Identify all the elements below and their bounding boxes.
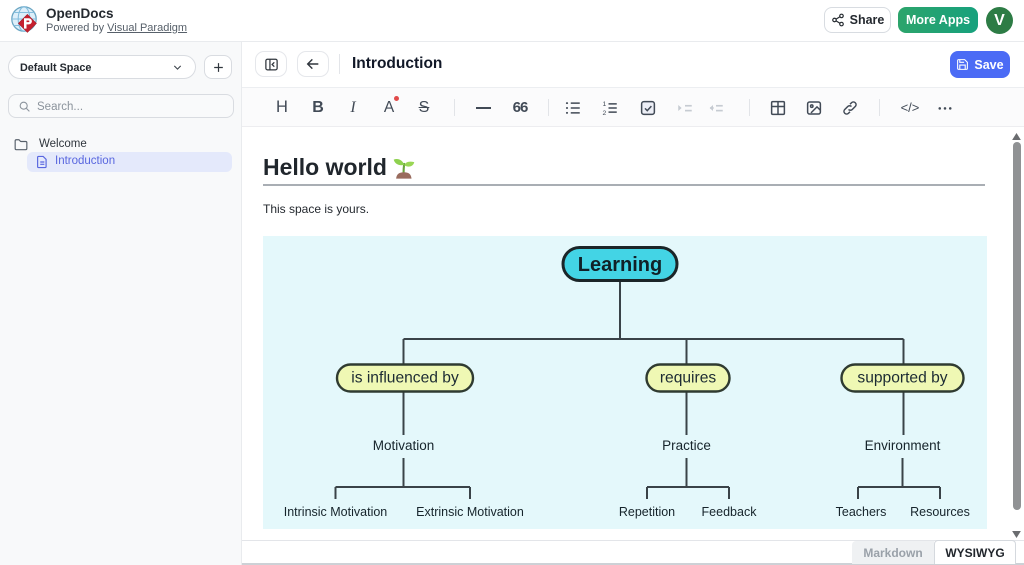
svg-text:1: 1 (603, 100, 607, 107)
svg-text:Intrinsic Motivation: Intrinsic Motivation (284, 505, 388, 519)
svg-text:Teachers: Teachers (836, 505, 887, 519)
svg-text:Learning: Learning (578, 254, 662, 276)
svg-text:Motivation: Motivation (373, 438, 435, 453)
svg-text:Feedback: Feedback (702, 505, 758, 519)
svg-text:Extrinsic Motivation: Extrinsic Motivation (416, 505, 524, 519)
svg-text:2: 2 (603, 109, 607, 116)
svg-text:is influenced by: is influenced by (351, 370, 459, 387)
svg-text:supported by: supported by (857, 370, 947, 387)
svg-text:Resources: Resources (910, 505, 970, 519)
svg-text:Repetition: Repetition (619, 505, 675, 519)
svg-text:Practice: Practice (662, 438, 711, 453)
svg-text:Environment: Environment (865, 438, 941, 453)
svg-text:requires: requires (660, 370, 717, 387)
